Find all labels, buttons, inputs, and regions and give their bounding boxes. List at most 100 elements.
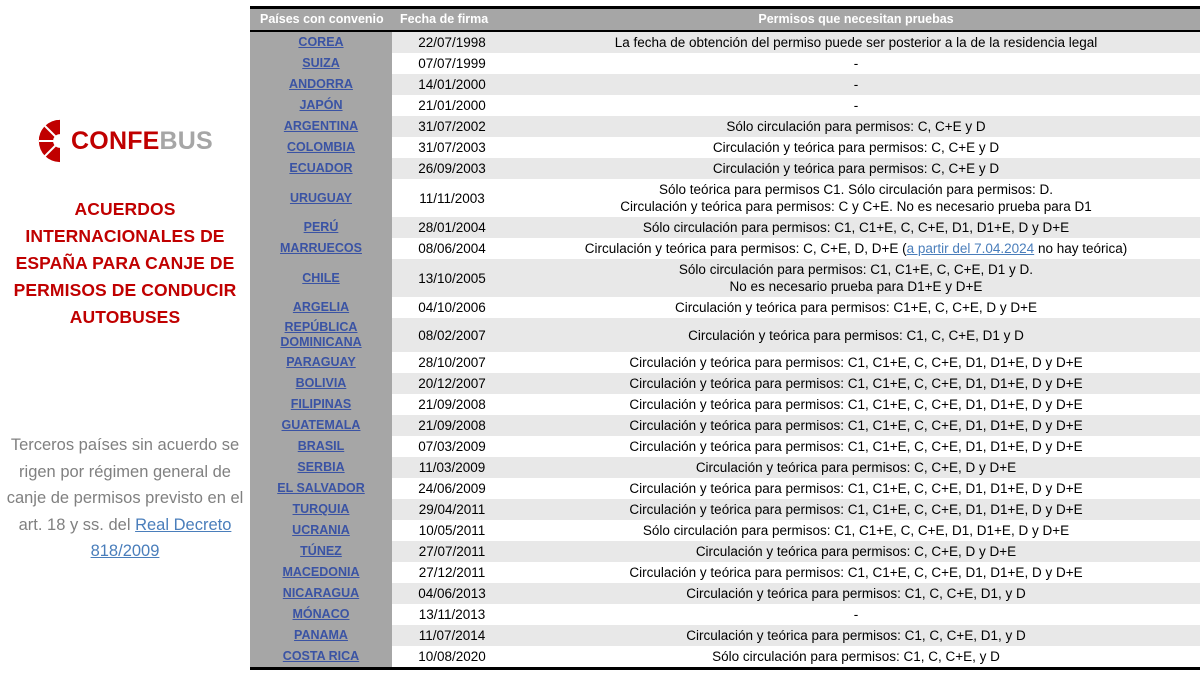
- permits-cell: -: [512, 53, 1200, 74]
- signature-date-cell: 21/09/2008: [392, 394, 512, 415]
- country-link[interactable]: CHILE: [302, 271, 340, 285]
- country-link[interactable]: REPÚBLICA DOMINICANA: [280, 320, 361, 349]
- permits-cell: Circulación y teórica para permisos: C1+…: [512, 297, 1200, 318]
- country-link[interactable]: ARGENTINA: [284, 119, 358, 133]
- permits-cell: Circulación y teórica para permisos: C1,…: [512, 583, 1200, 604]
- country-link[interactable]: PARAGUAY: [286, 355, 355, 369]
- signature-date-cell: 04/10/2006: [392, 297, 512, 318]
- table-row: URUGUAY 11/11/2003 Sólo teórica para permi…: [250, 179, 1200, 217]
- permits-cell: Circulación y teórica para permisos: C, …: [512, 457, 1200, 478]
- permits-line: Circulación y teórica para permisos: C1,…: [629, 355, 1083, 370]
- signature-date-cell: 27/07/2011: [392, 541, 512, 562]
- signature-date-cell: 29/04/2011: [392, 499, 512, 520]
- country-cell: BOLIVIA: [250, 373, 392, 394]
- country-cell: PARAGUAY: [250, 352, 392, 373]
- signature-date-cell: 24/06/2009: [392, 478, 512, 499]
- sidebar-note: Terceros países sin acuerdo se rigen por…: [6, 432, 244, 565]
- signature-date-cell: 08/06/2004: [392, 238, 512, 259]
- country-link[interactable]: ANDORRA: [289, 77, 353, 91]
- country-cell: COREA: [250, 31, 392, 53]
- country-cell: MACEDONIA: [250, 562, 392, 583]
- country-link[interactable]: COSTA RICA: [283, 649, 359, 663]
- country-link[interactable]: BOLIVIA: [296, 376, 347, 390]
- country-cell: NICARAGUA: [250, 583, 392, 604]
- signature-date-cell: 11/07/2014: [392, 625, 512, 646]
- permits-cell: Circulación y teórica para permisos: C1,…: [512, 318, 1200, 352]
- country-link[interactable]: ECUADOR: [289, 161, 352, 175]
- permits-line: Circulación y teórica para permisos: C y…: [620, 199, 1092, 214]
- signature-date-cell: 27/12/2011: [392, 562, 512, 583]
- country-link[interactable]: PERÚ: [304, 220, 339, 234]
- permits-cell: Circulación y teórica para permisos: C, …: [512, 541, 1200, 562]
- permits-line: -: [853, 56, 859, 71]
- country-cell: FILIPINAS: [250, 394, 392, 415]
- signature-date-cell: 20/12/2007: [392, 373, 512, 394]
- table-row: PERÚ 28/01/2004 Sólo circulación para perm…: [250, 217, 1200, 238]
- signature-date-cell: 08/02/2007: [392, 318, 512, 352]
- logo-wordmark: CONFEBUS: [71, 128, 213, 154]
- permits-line: Circulación y teórica para permisos: C, …: [712, 161, 1000, 176]
- table-row: SERBIA 11/03/2009 Circulación y teórica pa…: [250, 457, 1200, 478]
- permits-cell: Circulación y teórica para permisos: C, …: [512, 137, 1200, 158]
- country-link[interactable]: COLOMBIA: [287, 140, 355, 154]
- signature-date-cell: 26/09/2003: [392, 158, 512, 179]
- country-cell: ARGELIA: [250, 297, 392, 318]
- country-link[interactable]: SERBIA: [297, 460, 344, 474]
- country-cell: UCRANIA: [250, 520, 392, 541]
- country-link[interactable]: MARRUECOS: [280, 241, 362, 255]
- country-cell: ARGENTINA: [250, 116, 392, 137]
- country-link[interactable]: MACEDONIA: [282, 565, 359, 579]
- table-row: ARGELIA 04/10/2006 Circulación y teórica p…: [250, 297, 1200, 318]
- permits-line: Sólo circulación para permisos: C1, C, C…: [712, 649, 1000, 664]
- country-link[interactable]: BRASIL: [298, 439, 345, 453]
- permits-line: La fecha de obtención del permiso puede …: [614, 35, 1098, 50]
- permits-line: Circulación y teórica para permisos: C1,…: [686, 586, 1026, 601]
- table-row: BOLIVIA 20/12/2007 Circulación y teórica p…: [250, 373, 1200, 394]
- table-row: COLOMBIA 31/07/2003 Circulación y teórica …: [250, 137, 1200, 158]
- country-link[interactable]: ARGELIA: [293, 300, 349, 314]
- country-link[interactable]: COREA: [298, 35, 343, 49]
- signature-date-cell: 10/08/2020: [392, 646, 512, 669]
- table-row: REPÚBLICA DOMINICANA 08/02/2007 Circulació…: [250, 318, 1200, 352]
- country-link[interactable]: TÚNEZ: [300, 544, 342, 558]
- table-row: MARRUECOS 08/06/2004 Circulación y teórica…: [250, 238, 1200, 259]
- signature-date-cell: 22/07/1998: [392, 31, 512, 53]
- permits-line: Circulación y teórica para permisos: C, …: [695, 544, 1017, 559]
- permits-line: Sólo circulación para permisos: C1, C1+E…: [642, 523, 1070, 538]
- country-link[interactable]: SUIZA: [302, 56, 340, 70]
- permits-line: Sólo circulación para permisos: C1, C1+E…: [642, 220, 1070, 235]
- country-cell: SERBIA: [250, 457, 392, 478]
- table-row: PANAMA 11/07/2014 Circulación y teórica pa…: [250, 625, 1200, 646]
- permits-cell: Circulación y teórica para permisos: C1,…: [512, 394, 1200, 415]
- table-row: ECUADOR 26/09/2003 Circulación y teórica p…: [250, 158, 1200, 179]
- country-link[interactable]: UCRANIA: [292, 523, 350, 537]
- country-link[interactable]: TURQUIA: [293, 502, 350, 516]
- country-link[interactable]: GUATEMALA: [282, 418, 361, 432]
- signature-date-cell: 14/01/2000: [392, 74, 512, 95]
- permits-line: -: [853, 77, 859, 92]
- table-row: NICARAGUA 04/06/2013 Circulación y teórica…: [250, 583, 1200, 604]
- table-row: CHILE 13/10/2005 Sólo circulación para per…: [250, 259, 1200, 297]
- permits-inline-link[interactable]: a partir del 7.04.2024: [907, 241, 1035, 256]
- table-row: ARGENTINA 31/07/2002 Sólo circulación para…: [250, 116, 1200, 137]
- country-link[interactable]: EL SALVADOR: [277, 481, 365, 495]
- country-link[interactable]: JAPÓN: [299, 98, 342, 112]
- permits-cell: Circulación y teórica para permisos: C, …: [512, 238, 1200, 259]
- signature-date-cell: 13/10/2005: [392, 259, 512, 297]
- signature-date-cell: 04/06/2013: [392, 583, 512, 604]
- country-link[interactable]: MÓNACO: [293, 607, 350, 621]
- country-cell: COLOMBIA: [250, 137, 392, 158]
- country-link[interactable]: PANAMA: [294, 628, 348, 642]
- signature-date-cell: 28/10/2007: [392, 352, 512, 373]
- permits-cell: Sólo circulación para permisos: C1, C, C…: [512, 646, 1200, 669]
- signature-date-cell: 10/05/2011: [392, 520, 512, 541]
- permits-cell: Circulación y teórica para permisos: C1,…: [512, 499, 1200, 520]
- permits-line: -: [853, 607, 859, 622]
- country-link[interactable]: FILIPINAS: [291, 397, 351, 411]
- permits-line: Circulación y teórica para permisos: C1+…: [674, 300, 1037, 315]
- table-body: COREA 22/07/1998 La fecha de obtención del…: [250, 31, 1200, 669]
- country-link[interactable]: NICARAGUA: [283, 586, 359, 600]
- country-link[interactable]: URUGUAY: [290, 191, 352, 205]
- permits-line: Circulación y teórica para permisos: C1,…: [629, 418, 1083, 433]
- agreements-table: Países con convenio Fecha de firma Permi…: [250, 6, 1200, 670]
